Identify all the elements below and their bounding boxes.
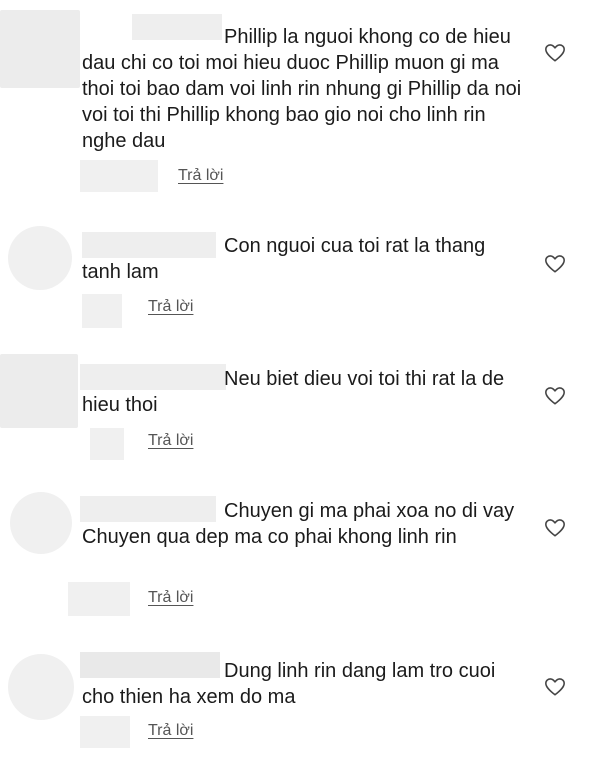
heart-outline-icon[interactable]: [544, 42, 566, 64]
comment-text: Chuyen gi ma phai xoa no di vay Chuyen q…: [82, 500, 520, 548]
avatar[interactable]: [8, 654, 74, 720]
reply-button[interactable]: Trả lời: [148, 298, 193, 316]
avatar[interactable]: [10, 492, 72, 554]
comment-text: Dung linh rin dang lam tro cuoi cho thie…: [82, 660, 501, 708]
avatar[interactable]: [0, 10, 80, 88]
timestamp-redacted: [80, 160, 158, 192]
timestamp-redacted: [80, 716, 130, 748]
heart-outline-icon[interactable]: [544, 517, 566, 539]
timestamp-redacted: [90, 428, 124, 460]
comment-text: Phillip la nguoi khong co de hieu dau ch…: [82, 26, 527, 152]
timestamp-redacted: [82, 294, 122, 328]
reply-button[interactable]: Trả lời: [148, 589, 193, 607]
heart-outline-icon[interactable]: [544, 385, 566, 407]
avatar[interactable]: [8, 226, 72, 290]
reply-button[interactable]: Trả lời: [178, 167, 223, 185]
heart-outline-icon[interactable]: [544, 253, 566, 275]
avatar[interactable]: [0, 354, 78, 428]
heart-outline-icon[interactable]: [544, 676, 566, 698]
timestamp-redacted: [68, 582, 130, 616]
comment-text: Con nguoi cua toi rat la thang tanh lam: [82, 235, 491, 283]
reply-button[interactable]: Trả lời: [148, 722, 193, 740]
comment-text: Neu biet dieu voi toi thi rat la de hieu…: [82, 368, 510, 416]
reply-button[interactable]: Trả lời: [148, 432, 193, 450]
